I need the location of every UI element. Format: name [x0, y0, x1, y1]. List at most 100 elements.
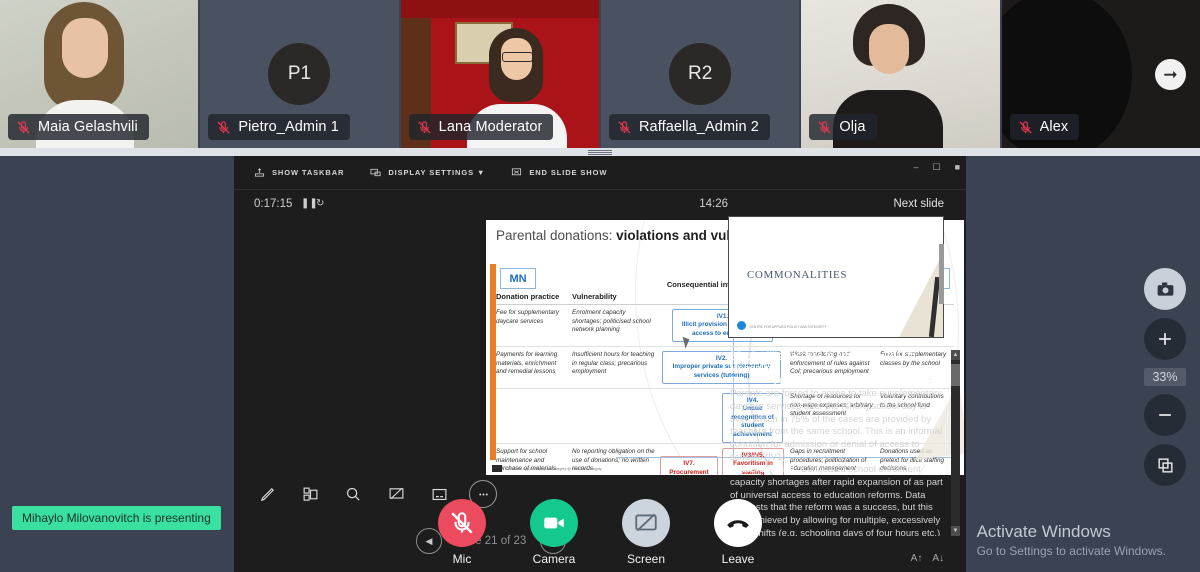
violation-box-iv7[interactable]: IV7. Procurement fraud: [660, 456, 718, 475]
zoom-level: 33%: [1144, 368, 1186, 386]
participant-name: Alex: [1039, 119, 1069, 135]
scroll-down-icon[interactable]: ▼: [951, 526, 960, 536]
meeting-controls: Mic Camera Screen Leave: [430, 499, 770, 566]
arrow-right-icon[interactable]: ➞: [1155, 59, 1186, 90]
elapsed-timer: 0:17:15: [254, 198, 293, 210]
powerpoint-top-toolbar: SHOW TASKBAR DISPLAY SETTINGS ▼ END SLID…: [234, 156, 966, 190]
notes-text-1: : Parents are forced to agree to take su…: [730, 375, 943, 463]
increase-font-icon[interactable]: A↑: [911, 553, 923, 564]
participant-tile[interactable]: P1 Pietro_Admin 1: [200, 0, 399, 148]
stage-side-rail: 33%: [1142, 268, 1188, 486]
activate-windows-watermark: Activate Windows Go to Settings to activ…: [977, 522, 1166, 558]
taskbar-icon: [254, 168, 265, 177]
grid-slides-icon[interactable]: [297, 481, 323, 507]
logo-icon: [737, 321, 746, 330]
camera-label: Camera: [532, 552, 576, 566]
violation-code: IV2.: [715, 355, 728, 362]
slide-footer: Centre for Applied Policy and Integrity …: [492, 465, 602, 472]
violation-text: Procurement fraud: [669, 468, 709, 475]
participant-tile[interactable]: Maia Gelashvili: [0, 0, 199, 148]
next-slide-preview[interactable]: COMMONALITIES CENTRE FOR APPLIED POLICY …: [728, 216, 944, 338]
avatar: P1: [268, 43, 331, 105]
participant-name: Raffaella_Admin 2: [638, 119, 759, 135]
screen-control[interactable]: Screen: [614, 499, 678, 566]
mic-label: Mic: [452, 552, 472, 566]
participant-name: Olja: [839, 119, 866, 135]
camera-icon[interactable]: [1144, 268, 1186, 310]
violation-code: IV1.: [716, 313, 729, 320]
next-slide-label: Next slide: [893, 198, 945, 210]
participant-name-badge: Alex: [1009, 114, 1080, 140]
microphone-off-icon: [818, 120, 831, 134]
decrease-font-icon[interactable]: A↓: [932, 553, 944, 564]
restart-icon[interactable]: ↻: [316, 198, 324, 209]
participant-name-badge: Lana Moderator: [408, 114, 554, 140]
screen-share-off-icon[interactable]: [622, 499, 670, 547]
display-settings-icon: [370, 168, 381, 177]
microphone-off-icon[interactable]: [438, 499, 486, 547]
participant-name: Maia Gelashvili: [38, 119, 138, 135]
microphone-off-icon: [618, 120, 631, 134]
preview-scrollbar[interactable]: [939, 216, 944, 336]
cell-donation-left: Payments for learning materials, enrichm…: [496, 351, 558, 376]
cell-donation-left: [496, 393, 572, 443]
wall-clock: 14:26: [699, 198, 728, 210]
cell-vulnerability-left: Insufficient hours for teaching in regul…: [572, 351, 655, 376]
end-show-icon: [512, 168, 522, 176]
footer-note: Centre for Applied Policy and Integrity …: [506, 466, 602, 471]
show-taskbar-label: SHOW TASKBAR: [272, 168, 345, 177]
plus-icon[interactable]: [1144, 318, 1186, 360]
participant-tile[interactable]: Olja: [801, 0, 1000, 148]
window-controls: – ☐ ■: [913, 156, 960, 178]
cell-donation-left: Fee for supplementary daycare services: [496, 309, 559, 325]
participant-name-badge: Olja: [809, 114, 877, 140]
display-settings-label: DISPLAY SETTINGS ▼: [388, 168, 486, 177]
display-settings-button[interactable]: DISPLAY SETTINGS ▼: [370, 167, 485, 178]
restore-icon[interactable]: ☐: [932, 162, 940, 173]
scroll-thumb[interactable]: [951, 364, 960, 386]
microphone-off-icon: [1019, 120, 1032, 134]
avatar-initials: R2: [687, 63, 713, 84]
scroll-up-icon[interactable]: ▲: [951, 350, 960, 360]
cell-vulnerability-left: Enrolment capacity shortages; politicise…: [572, 309, 651, 334]
timer-row: 0:17:15 ❚❚ ↻ 14:26: [234, 196, 966, 218]
notes-scrollbar[interactable]: ▲ ▼: [951, 350, 960, 536]
participant-name: Pietro_Admin 1: [238, 119, 339, 135]
minimize-icon[interactable]: –: [913, 162, 918, 172]
minus-icon[interactable]: [1144, 394, 1186, 436]
notes-label-2: Vulnerabilities:: [730, 464, 798, 476]
participant-name-badge: Raffaella_Admin 2: [608, 114, 770, 140]
activate-subtitle: Go to Settings to activate Windows.: [976, 544, 1166, 558]
end-slide-show-label: END SLIDE SHOW: [529, 168, 608, 177]
duplicate-icon[interactable]: [1144, 444, 1186, 486]
cell-vulnerability-left: [572, 393, 660, 443]
pen-icon[interactable]: [254, 481, 280, 507]
microphone-off-icon: [217, 120, 230, 134]
camera-on-icon[interactable]: [530, 499, 578, 547]
mic-control[interactable]: Mic: [430, 499, 494, 566]
hang-up-icon[interactable]: [714, 499, 762, 547]
resize-grip[interactable]: [588, 149, 612, 155]
participant-name-badge: Maia Gelashvili: [8, 114, 149, 140]
shared-content-stage: SHOW TASKBAR DISPLAY SETTINGS ▼ END SLID…: [0, 156, 1200, 572]
blank-screen-icon[interactable]: [383, 481, 409, 507]
presenting-banner: Mihaylo Milovanovitch is presenting: [12, 506, 221, 530]
close-icon[interactable]: ■: [955, 162, 960, 172]
show-taskbar-button[interactable]: SHOW TASKBAR: [254, 167, 344, 178]
activate-title: Activate Windows: [976, 522, 1111, 541]
camera-control[interactable]: Camera: [522, 499, 586, 566]
microphone-off-icon: [418, 120, 431, 134]
notes-font-controls: A↑ A↓: [911, 553, 944, 564]
end-slide-show-button[interactable]: END SLIDE SHOW: [511, 167, 607, 178]
notes-label-1: Donation practice and the integrity viol…: [730, 375, 929, 387]
leave-control[interactable]: Leave: [706, 499, 770, 566]
participant-tile[interactable]: R2 Raffaella_Admin 2: [600, 0, 800, 148]
magnifier-icon[interactable]: [340, 481, 366, 507]
violation-code: IV7.: [683, 460, 695, 468]
leave-label: Leave: [721, 552, 755, 566]
participant-filmstrip: Maia Gelashvili P1 Pietro_Admin 1 Lana M…: [0, 0, 1200, 148]
next-slide-footer: CENTRE FOR APPLIED POLICY AND INTEGRITY: [749, 325, 827, 329]
participant-tile[interactable]: Lana Moderator: [400, 0, 599, 148]
column-header: Vulnerability: [572, 292, 617, 301]
screen-label: Screen: [626, 552, 666, 566]
